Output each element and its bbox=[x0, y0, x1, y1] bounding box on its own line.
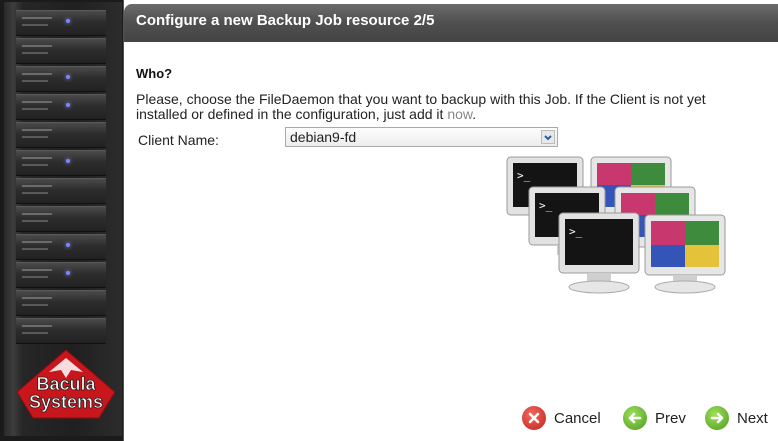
logo-text-systems: Systems bbox=[29, 392, 103, 412]
client-name-value: debian9-fd bbox=[290, 129, 357, 145]
chevron-down-icon[interactable] bbox=[541, 130, 555, 144]
svg-text:>_: >_ bbox=[569, 225, 583, 238]
rack-unit bbox=[16, 150, 106, 176]
rack-unit bbox=[16, 206, 106, 232]
prev-button[interactable]: Prev bbox=[623, 404, 686, 432]
description-text: Please, choose the FileDaemon that you w… bbox=[136, 92, 736, 122]
rack-unit bbox=[16, 262, 106, 288]
cancel-button[interactable]: Cancel bbox=[522, 404, 601, 432]
description-after: . bbox=[472, 106, 477, 122]
led-icon bbox=[66, 159, 70, 163]
rack-unit bbox=[16, 94, 106, 120]
arrow-left-icon bbox=[623, 406, 647, 430]
rack-unit bbox=[16, 66, 106, 92]
section-heading: Who? bbox=[136, 66, 173, 81]
wizard-header: Configure a new Backup Job resource 2/5 bbox=[124, 4, 778, 42]
led-icon bbox=[66, 271, 70, 275]
rack-unit bbox=[16, 122, 106, 148]
rack-unit bbox=[16, 234, 106, 260]
client-name-label: Client Name: bbox=[138, 132, 219, 148]
rack-unit bbox=[16, 290, 106, 316]
rack-unit bbox=[16, 38, 106, 64]
next-button[interactable]: Next bbox=[705, 404, 768, 432]
svg-text:>_: >_ bbox=[517, 169, 531, 182]
rack-unit bbox=[16, 10, 106, 36]
bacula-systems-logo: Bacula Systems bbox=[16, 349, 116, 419]
arrow-right-icon bbox=[705, 406, 729, 430]
cancel-icon bbox=[522, 406, 546, 430]
led-icon bbox=[66, 75, 70, 79]
add-client-link[interactable]: now bbox=[447, 106, 472, 122]
svg-text:>_: >_ bbox=[539, 199, 553, 212]
terminal-monitor-icon: >_ bbox=[558, 212, 640, 294]
led-icon bbox=[66, 19, 70, 23]
led-icon bbox=[66, 103, 70, 107]
page-title: Configure a new Backup Job resource 2/5 bbox=[136, 12, 435, 29]
logo-text-bacula: Bacula bbox=[36, 374, 96, 394]
rack-unit bbox=[16, 318, 106, 344]
description-before: Please, choose the FileDaemon that you w… bbox=[136, 91, 706, 122]
client-name-select[interactable]: debian9-fd bbox=[285, 127, 558, 147]
cancel-label: Cancel bbox=[554, 409, 601, 427]
clients-illustration: >_ >_ >_ bbox=[506, 156, 726, 294]
sidebar-server-rack-image: Bacula Systems bbox=[0, 0, 124, 441]
prev-label: Prev bbox=[655, 409, 686, 427]
led-icon bbox=[66, 243, 70, 247]
next-label: Next bbox=[737, 409, 768, 427]
rack-unit bbox=[16, 178, 106, 204]
color-monitor-icon bbox=[644, 214, 726, 294]
